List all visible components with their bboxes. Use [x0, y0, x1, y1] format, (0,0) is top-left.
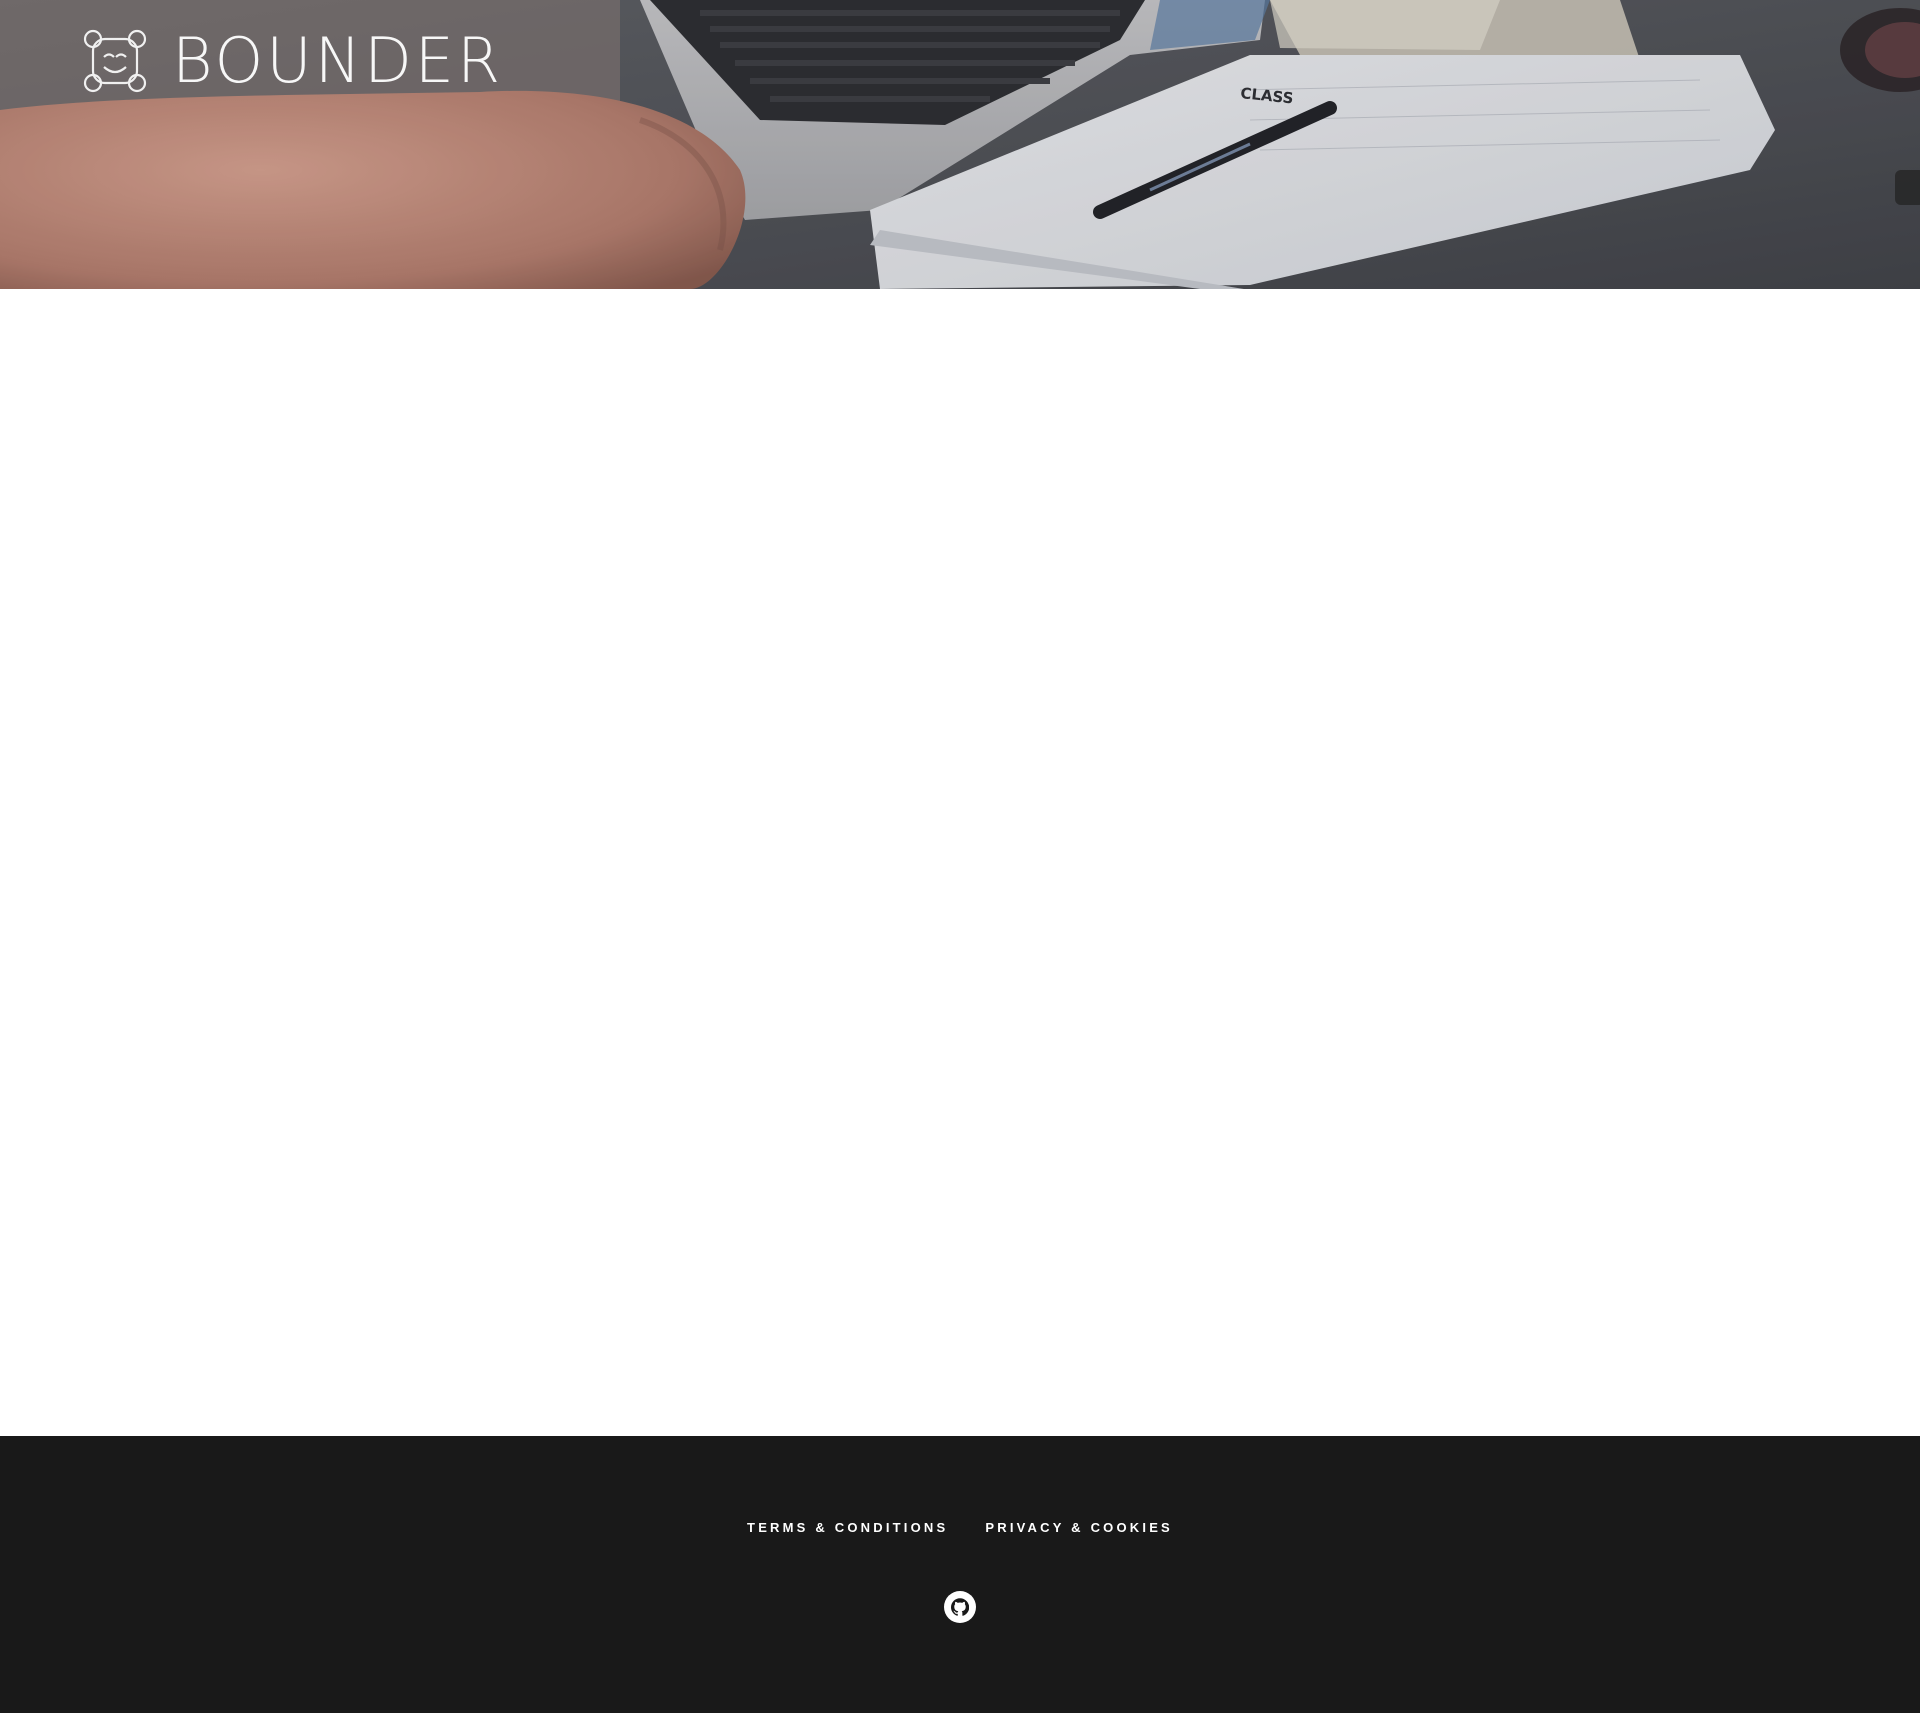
main-content [0, 289, 1920, 1436]
page: CLASS BOUNDER TERMS & CONDITIONS PRIVACY… [0, 0, 1920, 1713]
footer-nav: TERMS & CONDITIONS PRIVACY & COOKIES [0, 1520, 1920, 1536]
brand-home-link[interactable]: BOUNDER [80, 26, 503, 96]
smiling-robot-face-icon [83, 29, 147, 93]
terms-conditions-link[interactable]: TERMS & CONDITIONS [747, 1520, 948, 1536]
site-footer: TERMS & CONDITIONS PRIVACY & COOKIES [0, 1436, 1920, 1713]
github-link[interactable] [944, 1591, 976, 1623]
github-icon [951, 1598, 969, 1616]
privacy-cookies-link[interactable]: PRIVACY & COOKIES [985, 1520, 1173, 1536]
hero-header: CLASS BOUNDER [0, 0, 1920, 289]
brand-name: BOUNDER [172, 24, 504, 97]
